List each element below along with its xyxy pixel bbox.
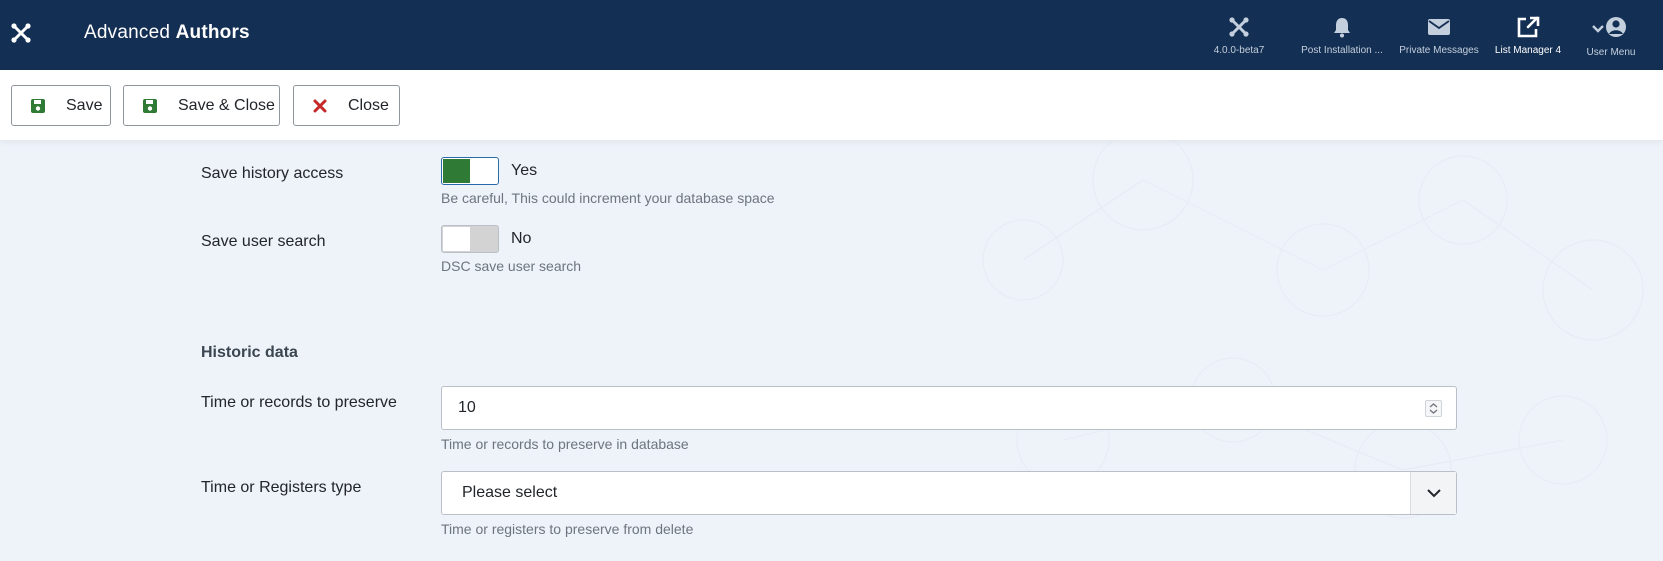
save-user-search-description: DSC save user search [441,258,582,274]
save-history-state: Yes [511,162,538,179]
bell-icon [1334,18,1350,38]
toolbar: Save Save & Close Close [0,70,1663,140]
header-item-label: 4.0.0-beta7 [1213,45,1265,56]
save-history-description: Be careful, This could increment your da… [441,190,775,206]
header-item-user-menu[interactable]: User Menu [1561,16,1661,58]
top-header: Advanced Authors 4.0.0-beta7 Post Instal… [0,0,1663,70]
preserve-input[interactable]: 10 [441,386,1457,430]
preserve-value: 10 [458,399,476,416]
historic-data-heading: Historic data [201,344,298,361]
envelope-icon [1428,19,1450,35]
registers-type-description: Time or registers to preserve from delet… [441,521,694,537]
external-link-icon [1517,16,1540,38]
header-item-version[interactable]: 4.0.0-beta7 [1189,16,1289,56]
registers-type-label: Time or Registers type [201,479,362,496]
save-user-search-label: Save user search [201,233,326,250]
joomla-icon [1229,17,1249,37]
header-item-label: Private Messages [1399,45,1479,56]
save-icon [142,98,158,114]
header-item-post-installation[interactable]: Post Installation ... [1292,16,1392,56]
form-content: Save history access Yes Be careful, This… [0,140,1663,561]
save-button[interactable]: Save [11,85,111,126]
save-close-button-label: Save & Close [178,96,275,114]
save-user-search-state: No [511,230,532,247]
save-button-label: Save [66,96,103,114]
number-stepper[interactable] [1425,400,1442,417]
save-icon [30,98,46,114]
save-history-toggle[interactable] [441,157,499,185]
registers-type-select[interactable]: Please select [441,471,1457,515]
preserve-description: Time or records to preserve in database [441,436,689,452]
close-icon [312,98,328,114]
save-history-label: Save history access [201,165,344,182]
preserve-label: Time or records to preserve [201,394,397,411]
title-strong: Authors [175,22,250,43]
toggle-track [471,227,498,251]
header-item-private-messages[interactable]: Private Messages [1389,16,1489,56]
chevron-down-icon [1410,472,1456,514]
header-item-label: User Menu [1586,47,1636,58]
page-title: Advanced Authors [84,22,250,44]
close-button-label: Close [348,96,389,114]
user-circle-icon [1592,17,1626,37]
close-button[interactable]: Close [293,85,400,126]
toggle-knob [443,159,470,183]
header-item-label: Post Installation ... [1301,45,1383,56]
joomla-logo-icon[interactable] [10,22,32,44]
title-prefix: Advanced [84,22,171,43]
save-close-button[interactable]: Save & Close [123,85,280,126]
save-user-search-toggle[interactable] [441,225,499,253]
registers-type-selected: Please select [462,484,558,501]
toggle-knob [443,227,470,251]
